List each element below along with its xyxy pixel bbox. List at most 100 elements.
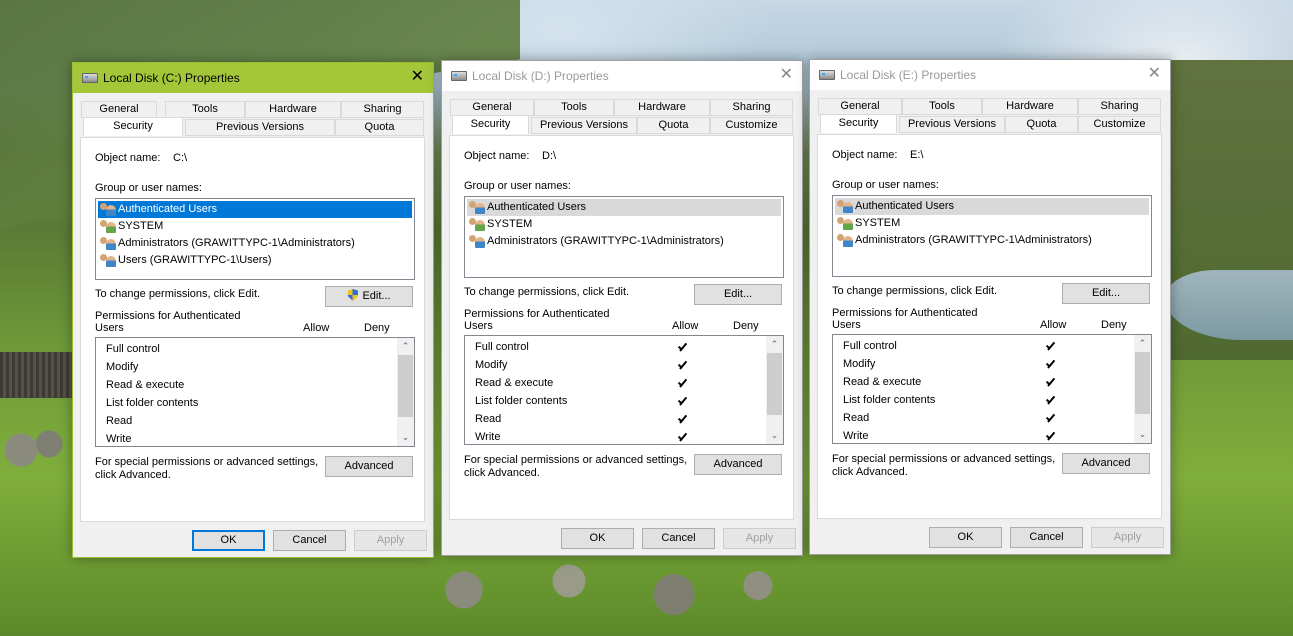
scroll-down-arrow-icon[interactable]: ⌄ <box>1134 426 1151 443</box>
edit-button[interactable]: Edit... <box>1062 283 1150 304</box>
tab-security[interactable]: Security <box>452 115 529 134</box>
user-name: SYSTEM <box>487 218 533 230</box>
window-title: Local Disk (D:) Properties <box>472 69 609 83</box>
users-group-icon <box>100 237 116 250</box>
user-name: SYSTEM <box>855 217 901 229</box>
scroll-up-arrow-icon[interactable]: ⌃ <box>1134 335 1151 352</box>
cancel-button[interactable]: Cancel <box>1010 527 1083 548</box>
special-permissions-text: For special permissions or advanced sett… <box>832 453 1056 465</box>
checkmark-icon <box>677 342 688 353</box>
tab-security[interactable]: Security <box>83 117 183 136</box>
user-name: Authenticated Users <box>487 201 587 213</box>
apply-button[interactable]: Apply <box>723 528 796 549</box>
user-list-item[interactable]: Authenticated Users <box>467 199 781 216</box>
permission-row: List folder contents <box>475 395 568 407</box>
permission-row: Write <box>843 430 869 442</box>
ok-button[interactable]: OK <box>561 528 634 549</box>
user-list-item[interactable]: SYSTEM <box>467 216 781 233</box>
group-user-list[interactable]: Authenticated Users SYSTEM Administrators … <box>95 198 415 280</box>
edit-button[interactable]: Edit... <box>694 284 782 305</box>
tab-previous-versions[interactable]: Previous Versions <box>531 117 637 134</box>
group-user-list[interactable]: Authenticated Users SYSTEM Administrators … <box>464 196 784 278</box>
cancel-button[interactable]: Cancel <box>642 528 715 549</box>
tab-general[interactable]: General <box>450 99 534 116</box>
scrollbar-thumb[interactable] <box>767 353 782 415</box>
tab-general[interactable]: General <box>81 101 157 118</box>
group-label: Group or user names: <box>832 179 939 191</box>
properties-dialog-e: Local Disk (E:) Properties ✕ General Tools H… <box>809 59 1171 555</box>
advanced-button[interactable]: Advanced <box>694 454 782 475</box>
edit-button[interactable]: Edit... <box>325 286 413 307</box>
tab-sharing[interactable]: Sharing <box>1078 98 1161 115</box>
scrollbar-thumb[interactable] <box>398 355 413 417</box>
object-name-label: Object name: <box>832 149 898 161</box>
apply-button[interactable]: Apply <box>1091 527 1164 548</box>
user-list-item[interactable]: SYSTEM <box>835 215 1149 232</box>
checkmark-icon <box>677 414 688 425</box>
tab-tools[interactable]: Tools <box>534 99 614 116</box>
checkmark-icon <box>1045 341 1056 352</box>
ok-button[interactable]: OK <box>192 530 265 551</box>
advanced-button[interactable]: Advanced <box>325 456 413 477</box>
change-permissions-text: To change permissions, click Edit. <box>464 286 630 298</box>
special-permissions-text: For special permissions or advanced sett… <box>95 456 319 468</box>
tab-sharing[interactable]: Sharing <box>710 99 793 116</box>
users-group-icon <box>469 218 485 231</box>
user-list-item[interactable]: SYSTEM <box>98 218 412 235</box>
user-list-item[interactable]: Users (GRAWITTYPC-1\Users) <box>98 252 412 269</box>
cancel-button[interactable]: Cancel <box>273 530 346 551</box>
permissions-for-label: Permissions for Authenticated <box>95 310 241 322</box>
advanced-button[interactable]: Advanced <box>1062 453 1150 474</box>
scroll-down-arrow-icon[interactable]: ⌄ <box>766 427 783 444</box>
scrollbar-thumb[interactable] <box>1135 352 1150 414</box>
change-permissions-text: To change permissions, click Edit. <box>832 285 998 297</box>
tab-tools[interactable]: Tools <box>165 101 245 118</box>
scroll-down-arrow-icon[interactable]: ⌄ <box>397 429 414 446</box>
close-icon[interactable]: ✕ <box>1148 65 1161 83</box>
tab-hardware[interactable]: Hardware <box>614 99 710 116</box>
permission-row: Read <box>843 412 870 424</box>
scroll-up-arrow-icon[interactable]: ⌃ <box>397 338 414 355</box>
tab-security[interactable]: Security <box>820 114 897 133</box>
object-name-label: Object name: <box>464 150 530 162</box>
tab-hardware[interactable]: Hardware <box>982 98 1078 115</box>
allow-column-header: Allow <box>672 320 699 332</box>
user-list-item[interactable]: Authenticated Users <box>835 198 1149 215</box>
tab-hardware[interactable]: Hardware <box>245 101 341 118</box>
tab-sharing[interactable]: Sharing <box>341 101 424 118</box>
tab-customize[interactable]: Customize <box>1078 116 1161 133</box>
special-permissions-text: For special permissions or advanced sett… <box>464 454 688 466</box>
close-icon[interactable]: ✕ <box>780 66 793 84</box>
permissions-scrollbar[interactable]: ⌃ ⌄ <box>766 336 783 444</box>
permissions-scrollbar[interactable]: ⌃ ⌄ <box>1134 335 1151 443</box>
checkmark-icon <box>1045 359 1056 370</box>
ok-button[interactable]: OK <box>929 527 1002 548</box>
object-name-value: E:\ <box>910 149 924 161</box>
permission-row: Read <box>106 415 133 427</box>
change-permissions-text: To change permissions, click Edit. <box>95 288 261 300</box>
close-icon[interactable]: ✕ <box>411 68 424 86</box>
tab-quota[interactable]: Quota <box>637 117 710 134</box>
tab-quota[interactable]: Quota <box>335 119 424 136</box>
tab-previous-versions[interactable]: Previous Versions <box>899 116 1005 133</box>
permissions-list: Full control Modify Read & execute List fol… <box>95 337 415 447</box>
checkmark-icon <box>677 396 688 407</box>
permissions-list: Full control Modify Read & execute List fol… <box>464 335 784 445</box>
tab-general[interactable]: General <box>818 98 902 115</box>
apply-button[interactable]: Apply <box>354 530 427 551</box>
wallpaper-rocks-left <box>0 420 70 480</box>
tab-previous-versions[interactable]: Previous Versions <box>185 119 335 136</box>
permissions-list: Full control Modify Read & execute List fol… <box>832 334 1152 444</box>
tab-tools[interactable]: Tools <box>902 98 982 115</box>
user-list-item[interactable]: Administrators (GRAWITTYPC-1\Administrat… <box>98 235 412 252</box>
scroll-up-arrow-icon[interactable]: ⌃ <box>766 336 783 353</box>
group-user-list[interactable]: Authenticated Users SYSTEM Administrators … <box>832 195 1152 277</box>
tab-customize[interactable]: Customize <box>710 117 793 134</box>
user-list-item[interactable]: Authenticated Users <box>98 201 412 218</box>
window-title: Local Disk (E:) Properties <box>840 68 977 82</box>
user-list-item[interactable]: Administrators (GRAWITTYPC-1\Administrat… <box>467 233 781 250</box>
tab-quota[interactable]: Quota <box>1005 116 1078 133</box>
permissions-scrollbar[interactable]: ⌃ ⌄ <box>397 338 414 446</box>
user-list-item[interactable]: Administrators (GRAWITTYPC-1\Administrat… <box>835 232 1149 249</box>
checkmark-icon <box>677 378 688 389</box>
